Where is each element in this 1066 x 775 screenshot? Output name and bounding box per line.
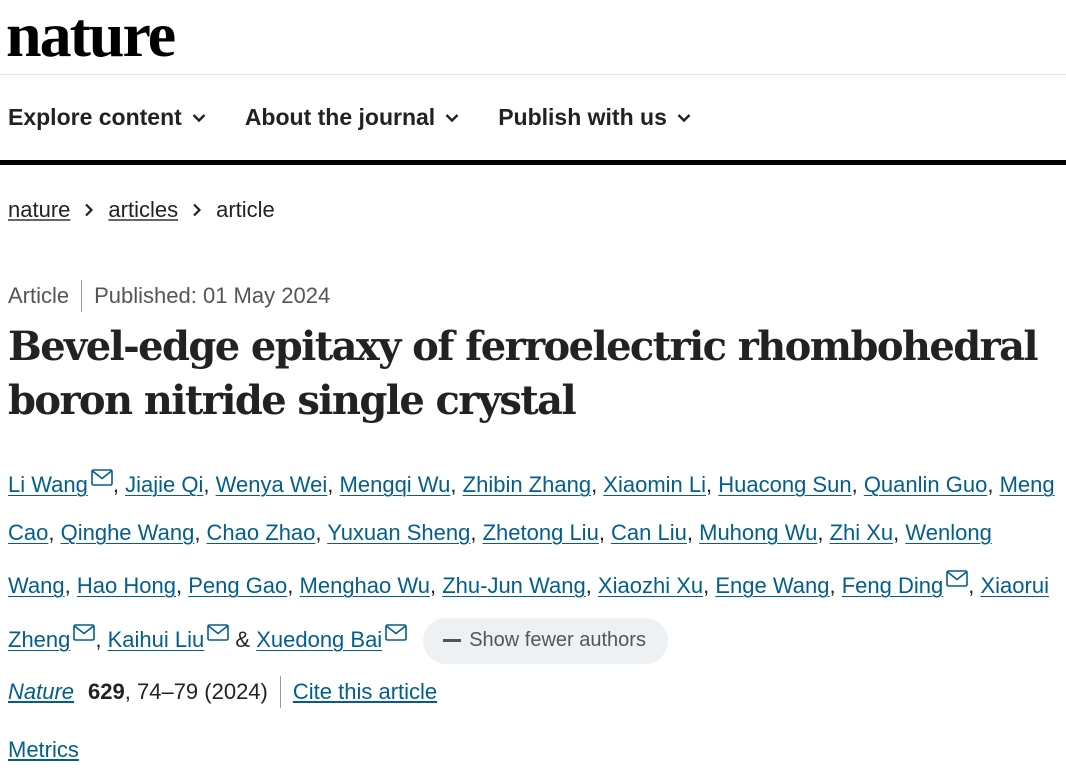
author-link[interactable]: Muhong Wu [699, 520, 817, 545]
author-link[interactable]: Menghao Wu [300, 573, 430, 598]
breadcrumb-current: article [216, 197, 275, 222]
nav-explore-content[interactable]: Explore content [8, 104, 206, 131]
author-link[interactable]: Enge Wang [715, 573, 829, 598]
nature-logo[interactable]: nature [6, 0, 176, 76]
author-link[interactable]: Xuedong Bai [256, 627, 382, 652]
pages-year: , 74–79 (2024) [124, 679, 268, 704]
chevron-down-icon [677, 113, 691, 123]
author-link[interactable]: Wenya Wei [216, 472, 328, 497]
published-date: Published: 01 May 2024 [94, 283, 331, 308]
chevron-right-icon [192, 203, 202, 217]
author-link[interactable]: Can Liu [611, 520, 687, 545]
author-link[interactable]: Kaihui Liu [108, 627, 205, 652]
email-icon[interactable] [946, 556, 969, 604]
authors-and: & [235, 626, 251, 652]
breadcrumb: nature articles article [8, 197, 275, 223]
title-line-1: Bevel-edge epitaxy of ferroelectric rhom… [8, 323, 1039, 370]
article-type: Article [8, 283, 70, 308]
show-fewer-authors-button[interactable]: Show fewer authors [423, 617, 668, 664]
chevron-down-icon [445, 113, 459, 123]
author-link[interactable]: Feng Ding [842, 573, 944, 598]
author-link[interactable]: Zhetong Liu [483, 520, 599, 545]
author-link[interactable]: Huacong Sun [718, 472, 851, 497]
nav-about-journal[interactable]: About the journal [245, 104, 459, 131]
main-nav: Explore content About the journal Publis… [0, 75, 1066, 165]
volume: 629 [88, 679, 125, 704]
article-meta: Article Published: 01 May 2024 [8, 280, 330, 312]
chevron-right-icon [84, 203, 94, 217]
email-icon[interactable] [91, 455, 113, 503]
citation: Nature 629 , 74–79 (2024) Cite this arti… [8, 676, 437, 708]
breadcrumb-nature[interactable]: nature [8, 197, 70, 223]
nav-publish-with-us[interactable]: Publish with us [498, 104, 691, 131]
metrics-link[interactable]: Metrics [8, 737, 79, 763]
show-fewer-label: Show fewer authors [469, 628, 646, 651]
author-link[interactable]: Quanlin Guo [864, 472, 988, 497]
author-list: Li Wang, Jiajie Qi, Wenya Wei, Mengqi Wu… [8, 455, 1060, 664]
author-link[interactable]: Li Wang [8, 472, 88, 497]
author-link[interactable]: Zhu-Jun Wang [442, 573, 585, 598]
email-icon[interactable] [207, 610, 230, 658]
minus-icon [443, 639, 462, 643]
author-link[interactable]: Mengqi Wu [340, 472, 451, 497]
chevron-down-icon [192, 113, 206, 123]
nav-label: Explore content [8, 104, 182, 130]
author-link[interactable]: Qinghe Wang [61, 520, 195, 545]
author-link[interactable]: Jiajie Qi [125, 472, 203, 497]
journal-link[interactable]: Nature [8, 679, 74, 705]
nav-label: About the journal [244, 104, 436, 130]
author-link[interactable]: Peng Gao [188, 573, 287, 598]
author-link[interactable]: Hao Hong [77, 573, 176, 598]
author-link[interactable]: Chao Zhao [207, 520, 316, 545]
author-link[interactable]: Xiaozhi Xu [598, 573, 703, 598]
author-link[interactable]: Yuxuan Sheng [327, 520, 470, 545]
meta-divider [81, 280, 83, 312]
breadcrumb-articles[interactable]: articles [108, 197, 178, 223]
nav-label: Publish with us [498, 104, 667, 130]
author-link[interactable]: Zhi Xu [830, 520, 894, 545]
author-link[interactable]: Zhibin Zhang [463, 472, 591, 497]
author-link[interactable]: Xiaomin Li [603, 472, 706, 497]
cite-this-article-link[interactable]: Cite this article [293, 679, 437, 705]
title-line-2: boron nitride single crystal [8, 377, 577, 424]
article-title: Bevel-edge epitaxy of ferroelectric rhom… [8, 320, 1048, 428]
citation-divider [279, 676, 281, 708]
email-icon[interactable] [385, 610, 408, 658]
email-icon[interactable] [73, 610, 96, 658]
site-header: nature [0, 0, 1066, 75]
